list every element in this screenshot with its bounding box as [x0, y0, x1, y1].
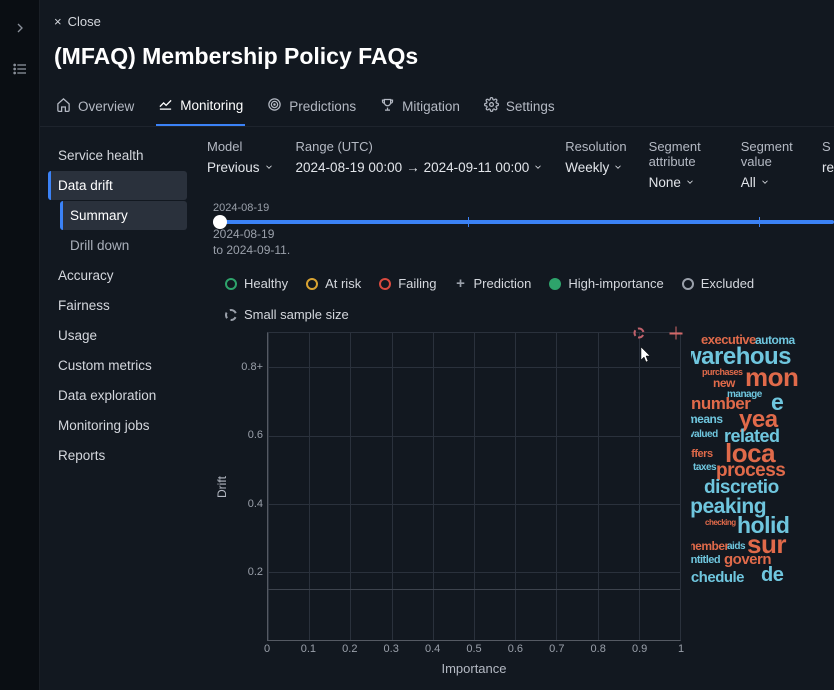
segment-attr-label: Segment attribute	[649, 139, 719, 169]
extra-filter[interactable]: S re	[822, 139, 834, 190]
home-icon	[56, 97, 71, 115]
sidebar-item-monitoring-jobs[interactable]: Monitoring jobs	[48, 411, 187, 440]
model-label: Model	[207, 139, 274, 154]
drift-chart: Drift 0.2 0.4 0.6 0.8+ 0 0.1 0.2 0.3 0.4 0.5 0.6 0…	[211, 332, 681, 676]
arrow-right-icon: →	[406, 160, 420, 175]
segment-val-filter[interactable]: Segment value All	[741, 139, 800, 190]
model-filter[interactable]: Model Previous	[207, 139, 274, 190]
tab-overview[interactable]: Overview	[54, 96, 136, 126]
sidebar-item-data-exploration[interactable]: Data exploration	[48, 381, 187, 410]
range-label: Range (UTC)	[296, 139, 544, 154]
wordcloud-word: valued	[691, 429, 718, 440]
gear-icon	[484, 97, 499, 115]
sidebar-item-custom-metrics[interactable]: Custom metrics	[48, 351, 187, 380]
mouse-cursor-icon	[641, 347, 653, 363]
chart-point-excluded	[633, 328, 644, 339]
segment-attr-filter[interactable]: Segment attribute None	[649, 139, 719, 190]
wordcloud-word: checking	[705, 518, 736, 527]
resolution-filter[interactable]: Resolution Weekly	[565, 139, 626, 190]
x-tick: 0.3	[384, 643, 399, 655]
legend-prediction: +Prediction	[455, 276, 532, 291]
tab-settings[interactable]: Settings	[482, 96, 557, 126]
tab-mitigation[interactable]: Mitigation	[378, 96, 462, 126]
y-tick: 0.8+	[241, 361, 263, 373]
tab-monitoring[interactable]: Monitoring	[156, 96, 245, 126]
resolution-label: Resolution	[565, 139, 626, 154]
time-slider[interactable]	[213, 220, 834, 224]
x-tick: 0.1	[301, 643, 316, 655]
x-tick: 1	[678, 643, 684, 655]
wordcloud-word: means	[691, 412, 723, 426]
slider-start-date: 2024-08-19	[213, 202, 834, 214]
x-tick: 0.9	[632, 643, 647, 655]
collapse-icon[interactable]	[12, 20, 28, 39]
sidebar-item-service-health[interactable]: Service health	[48, 141, 187, 170]
tab-predictions[interactable]: Predictions	[265, 96, 358, 126]
y-tick: 0.2	[248, 566, 263, 578]
chevron-down-icon	[533, 160, 543, 175]
chevron-down-icon	[760, 175, 770, 190]
sidebar-item-drill-down[interactable]: Drill down	[60, 231, 187, 260]
page-title: (MFAQ) Membership Policy FAQs	[40, 35, 834, 76]
segment-val-label: Segment value	[741, 139, 800, 169]
sidebar-item-data-drift[interactable]: Data drift	[48, 171, 187, 200]
target-icon	[267, 97, 282, 115]
legend-failing: Failing	[379, 276, 436, 291]
wordcloud-word: taxes	[693, 462, 716, 473]
close-icon: ×	[54, 14, 62, 29]
x-tick: 0.8	[591, 643, 606, 655]
sidebar-item-reports[interactable]: Reports	[48, 441, 187, 470]
sidebar-item-usage[interactable]: Usage	[48, 321, 187, 350]
wordcloud-word: de	[761, 564, 783, 587]
x-tick: 0.6	[508, 643, 523, 655]
list-icon[interactable]	[12, 61, 28, 80]
wordcloud: executiveautomawarehouspurchasesnewmonma…	[691, 332, 834, 676]
chart-point-prediction	[669, 327, 682, 340]
chevron-down-icon	[685, 175, 695, 190]
wordcloud-word: new	[713, 376, 735, 390]
x-tick: 0.2	[342, 643, 357, 655]
close-button[interactable]: × Close	[40, 0, 834, 35]
wordcloud-word: entitled	[691, 554, 720, 566]
legend-high-importance: High-importance	[549, 276, 663, 291]
x-tick: 0.5	[466, 643, 481, 655]
slider-thumb[interactable]	[213, 215, 227, 229]
sidebar-item-fairness[interactable]: Fairness	[48, 291, 187, 320]
x-tick: 0.4	[425, 643, 440, 655]
y-axis-label: Drift	[215, 476, 229, 498]
close-label: Close	[68, 14, 101, 29]
trophy-icon	[380, 97, 395, 115]
x-axis-label: Importance	[267, 661, 681, 676]
legend-at-risk: At risk	[306, 276, 361, 291]
y-tick: 0.4	[248, 498, 263, 510]
sidebar-item-accuracy[interactable]: Accuracy	[48, 261, 187, 290]
legend-healthy: Healthy	[225, 276, 288, 291]
legend-excluded: Excluded	[682, 276, 754, 291]
sidebar-item-summary[interactable]: Summary	[60, 201, 187, 230]
x-tick: 0	[264, 643, 270, 655]
range-filter[interactable]: Range (UTC) 2024-08-19 00:00 → 2024-09-1…	[296, 139, 544, 190]
wordcloud-word: schedule	[691, 569, 744, 586]
y-tick: 0.6	[248, 429, 263, 441]
legend-small-sample: Small sample size	[225, 307, 349, 322]
x-tick: 0.7	[549, 643, 564, 655]
wordcloud-word: offers	[691, 448, 713, 460]
chevron-down-icon	[264, 160, 274, 175]
chevron-down-icon	[613, 160, 623, 175]
chart-icon	[158, 96, 173, 114]
